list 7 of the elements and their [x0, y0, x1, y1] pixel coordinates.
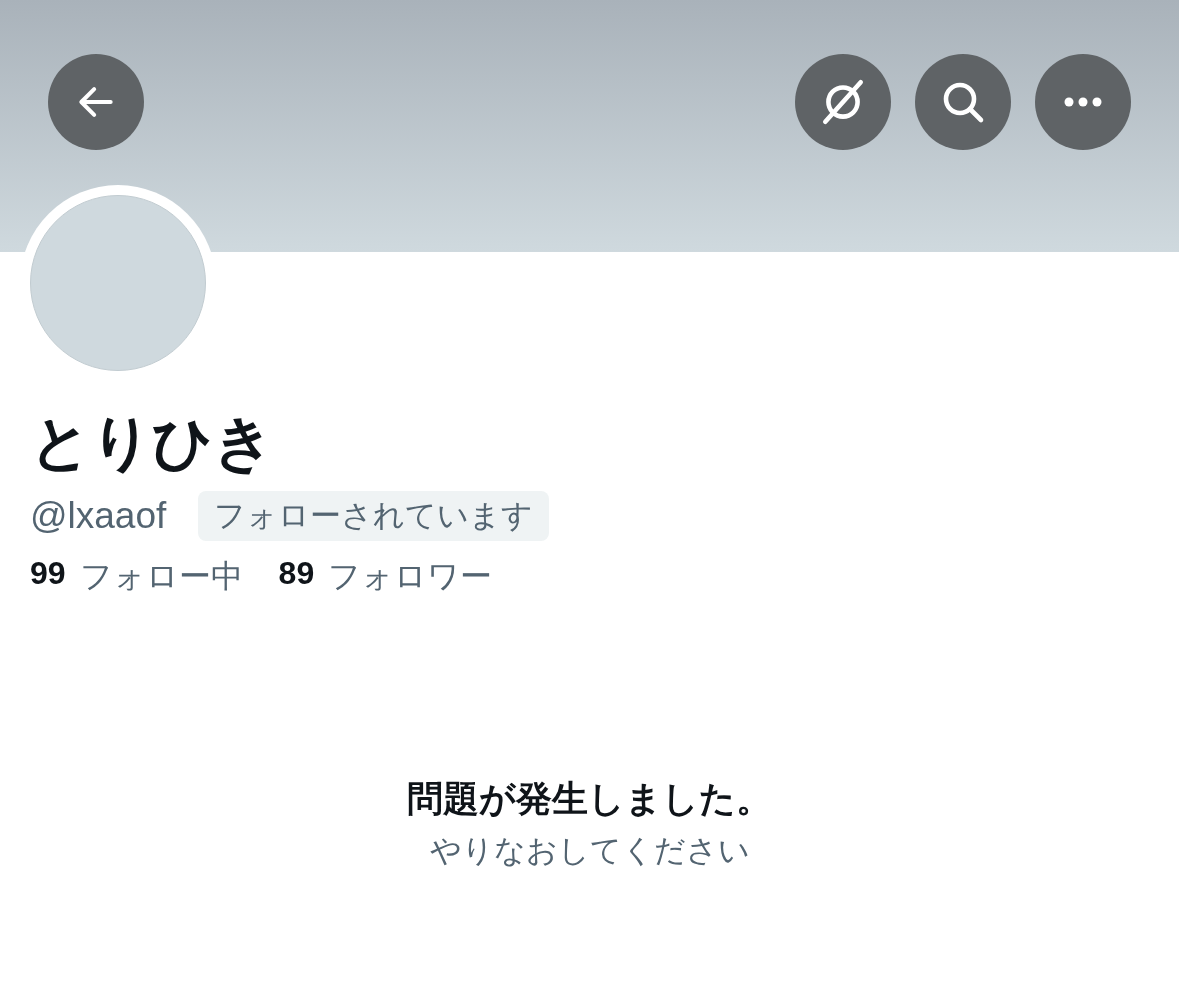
error-message: やりなおしてください	[429, 832, 750, 870]
error-title: 問題が発生しました。	[407, 777, 772, 821]
username: @lxaaof	[30, 495, 167, 537]
follow-stat-link[interactable]: 89 フォロワー	[278, 555, 493, 599]
follow-stat-link[interactable]: 99 フォロー中	[30, 555, 243, 599]
display-name: とりひき	[30, 408, 275, 478]
follows-you-badge: フォローされています	[198, 491, 550, 541]
